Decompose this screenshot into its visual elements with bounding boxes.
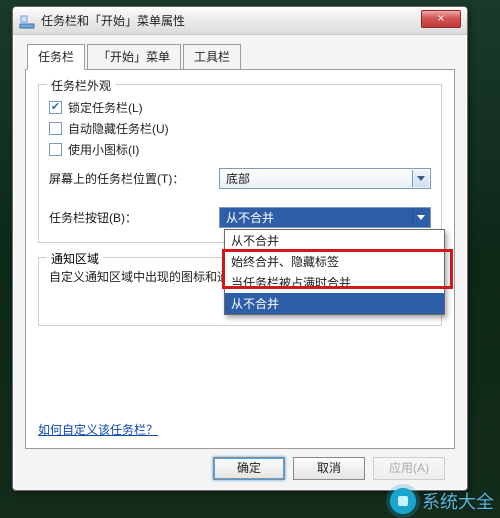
checkbox-lock-taskbar-row[interactable]: 锁定任务栏(L) [49, 99, 431, 116]
window-title: 任务栏和「开始」菜单属性 [41, 12, 463, 29]
row-taskbar-position: 屏幕上的任务栏位置(T)： 底部 [49, 168, 431, 189]
checkbox-smallicons[interactable] [49, 143, 62, 156]
row-taskbar-buttons: 任务栏按钮(B)： 从不合并 [49, 207, 431, 228]
cancel-button[interactable]: 取消 [293, 457, 365, 480]
checkbox-autohide-row[interactable]: 自动隐藏任务栏(U) [49, 120, 431, 137]
help-link[interactable]: 如何自定义该任务栏？ [38, 423, 158, 437]
tab-toolbar[interactable]: 工具栏 [183, 44, 241, 70]
combo-option[interactable]: 始终合并、隐藏标签 [225, 251, 444, 272]
group-appearance: 任务栏外观 锁定任务栏(L) 自动隐藏任务栏(U) 使用小图标(I) 屏幕上的任… [38, 84, 442, 243]
client-area: 任务栏 「开始」菜单 工具栏 任务栏外观 锁定任务栏(L) 自动隐藏任务栏(U)… [13, 35, 467, 490]
apply-button[interactable]: 应用(A) [373, 457, 445, 480]
watermark: 系统大全 [390, 488, 494, 514]
checkbox-autohide-label: 自动隐藏任务栏(U) [68, 120, 169, 137]
watermark-text: 系统大全 [422, 488, 494, 514]
checkbox-lock-taskbar[interactable] [49, 101, 62, 114]
close-button[interactable]: × [421, 10, 461, 28]
combo-taskbar-buttons[interactable]: 从不合并 [219, 207, 431, 228]
chevron-down-icon [412, 170, 429, 187]
combo-option-selected[interactable]: 从不合并 [225, 293, 444, 314]
label-taskbar-position: 屏幕上的任务栏位置(T)： [49, 170, 219, 187]
combo-taskbar-position[interactable]: 底部 [219, 168, 431, 189]
tab-taskbar[interactable]: 任务栏 [27, 44, 85, 70]
chevron-down-icon [412, 209, 429, 226]
combo-taskbar-buttons-value: 从不合并 [226, 209, 274, 226]
dialog-footer: 确定 取消 应用(A) [25, 449, 455, 490]
checkbox-autohide[interactable] [49, 122, 62, 135]
combo-option[interactable]: 从不合并 [225, 230, 444, 251]
combo-taskbar-buttons-dropdown[interactable]: 从不合并 始终合并、隐藏标签 当任务栏被占满时合并 从不合并 [224, 229, 445, 315]
tab-page-taskbar: 任务栏外观 锁定任务栏(L) 自动隐藏任务栏(U) 使用小图标(I) 屏幕上的任… [25, 69, 455, 449]
checkbox-lock-taskbar-label: 锁定任务栏(L) [68, 99, 143, 116]
dialog-window: 任务栏和「开始」菜单属性 × 任务栏 「开始」菜单 工具栏 任务栏外观 锁定任务… [12, 6, 468, 491]
watermark-logo-icon [390, 488, 416, 514]
tabstrip: 任务栏 「开始」菜单 工具栏 [27, 43, 455, 69]
combo-taskbar-position-value: 底部 [226, 170, 250, 187]
titlebar[interactable]: 任务栏和「开始」菜单属性 × [13, 7, 467, 35]
label-taskbar-buttons: 任务栏按钮(B)： [49, 209, 219, 226]
row-taskbar-buttons-wrap: 任务栏按钮(B)： 从不合并 从不合并 始终合并、隐藏标签 当任务栏被占满时合并… [49, 207, 431, 228]
checkbox-smallicons-label: 使用小图标(I) [68, 141, 139, 158]
ok-button[interactable]: 确定 [213, 457, 285, 480]
combo-option[interactable]: 当任务栏被占满时合并 [225, 272, 444, 293]
app-icon [19, 13, 35, 29]
group-notification-legend: 通知区域 [47, 250, 103, 267]
group-appearance-legend: 任务栏外观 [47, 77, 115, 94]
checkbox-smallicons-row[interactable]: 使用小图标(I) [49, 141, 431, 158]
help-link-wrap: 如何自定义该任务栏？ [38, 421, 158, 438]
tab-start-menu[interactable]: 「开始」菜单 [87, 44, 181, 70]
